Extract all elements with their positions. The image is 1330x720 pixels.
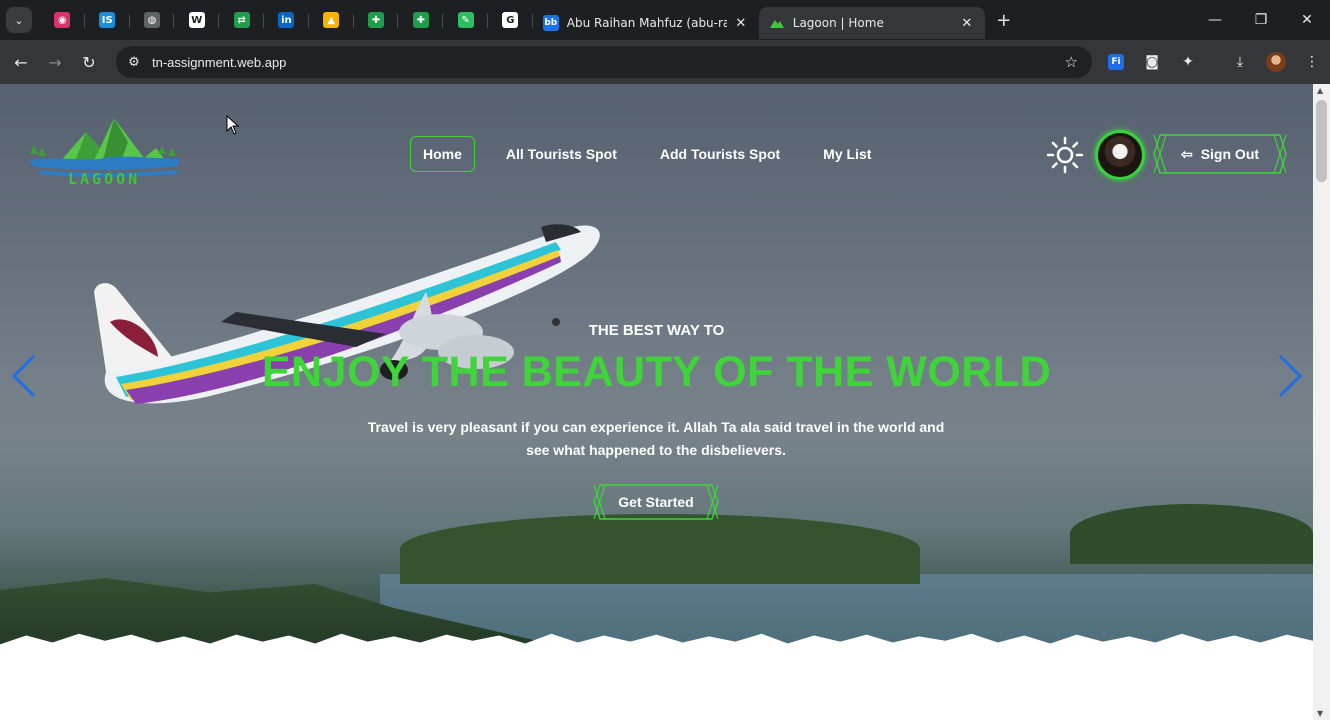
get-started-label: Get Started bbox=[618, 494, 694, 510]
pinned-tabs: ◉ IS ◍ W ⇄ in ▲ ✚ ✚ ✎ G bbox=[40, 5, 533, 35]
camera-extension-icon[interactable]: ◙ bbox=[1134, 54, 1170, 70]
site-info-icon[interactable]: ⚙ bbox=[124, 55, 144, 70]
linkedin-icon: in bbox=[278, 12, 295, 28]
tab-lagoon-home[interactable]: Lagoon | Home ✕ bbox=[758, 7, 985, 39]
sheets-icon: ✚ bbox=[412, 12, 429, 28]
hero-eyebrow: THE BEST WAY TO bbox=[588, 322, 725, 339]
hero-description: Travel is very pleasant if you can exper… bbox=[367, 419, 945, 458]
profile-avatar[interactable] bbox=[1258, 52, 1294, 72]
scroll-up-icon[interactable]: ▲ bbox=[1317, 86, 1323, 95]
w-icon: W bbox=[188, 12, 205, 28]
pinned-tab[interactable]: ✚ bbox=[398, 5, 443, 35]
nav-all-tourists-spot[interactable]: All Tourists Spot bbox=[494, 136, 629, 172]
nav-my-list[interactable]: My List bbox=[811, 136, 883, 172]
fi-extension-icon[interactable]: Fi bbox=[1098, 54, 1134, 70]
main-nav: Home All Tourists Spot Add Tourists Spot… bbox=[410, 136, 902, 172]
pinned-tab[interactable]: G bbox=[488, 5, 533, 35]
nav-home[interactable]: Home bbox=[410, 136, 475, 172]
hero-headline: ENJOY THE BEAUTY OF THE WORLD bbox=[261, 348, 1052, 396]
close-icon[interactable]: ✕ bbox=[733, 16, 749, 31]
forward-icon[interactable]: → bbox=[38, 45, 72, 79]
tab-title: Lagoon | Home bbox=[792, 16, 884, 30]
island-background bbox=[400, 514, 920, 584]
pinned-tab[interactable]: ◉ bbox=[40, 5, 85, 35]
torn-paper-edge bbox=[0, 633, 1313, 720]
sun-theme-toggle-icon[interactable] bbox=[1046, 136, 1084, 174]
get-started-button[interactable]: Get Started bbox=[592, 484, 720, 520]
pinned-tab[interactable]: ◍ bbox=[130, 5, 175, 35]
evernote-icon: ✎ bbox=[457, 12, 474, 28]
linkedin-bb-icon: bb bbox=[542, 15, 559, 31]
puzzle-extensions-icon[interactable]: ✦ bbox=[1170, 54, 1206, 70]
pinned-tab[interactable]: ✎ bbox=[443, 5, 488, 35]
minimize-icon[interactable]: — bbox=[1192, 0, 1238, 40]
pinned-tab[interactable]: ▲ bbox=[309, 5, 354, 35]
island-background bbox=[1070, 504, 1313, 564]
sheets-icon: ✚ bbox=[367, 12, 384, 28]
download-icon[interactable]: ⤓ bbox=[1222, 54, 1258, 70]
user-avatar[interactable] bbox=[1095, 130, 1145, 180]
restore-icon[interactable]: ❐ bbox=[1238, 0, 1284, 40]
back-icon[interactable]: ← bbox=[4, 45, 38, 79]
tab-title: Abu Raihan Mahfuz (abu-raihan bbox=[566, 16, 727, 30]
url-text: tn-assignment.web.app bbox=[152, 54, 287, 70]
pinned-tab[interactable]: in bbox=[264, 5, 309, 35]
kebab-menu-icon[interactable]: ⋮ bbox=[1294, 54, 1330, 70]
lagoon-icon bbox=[769, 15, 785, 31]
scroll-down-icon[interactable]: ▼ bbox=[1317, 709, 1323, 718]
pinned-tab[interactable]: W bbox=[174, 5, 219, 35]
drive-icon: ▲ bbox=[323, 12, 340, 28]
mouse-cursor-icon bbox=[226, 115, 240, 135]
address-bar[interactable]: ⚙ tn-assignment.web.app ☆ bbox=[116, 46, 1092, 78]
sign-out-button[interactable]: ⇦ Sign Out bbox=[1152, 134, 1288, 174]
reload-icon[interactable]: ↻ bbox=[72, 45, 106, 79]
close-icon[interactable]: ✕ bbox=[959, 16, 975, 31]
tab-linkedin-profile[interactable]: bb Abu Raihan Mahfuz (abu-raihan ✕ bbox=[533, 7, 759, 39]
is-icon: IS bbox=[99, 12, 116, 28]
tab-search-dropdown-icon[interactable]: ⌄ bbox=[6, 7, 32, 33]
carousel-prev-icon[interactable] bbox=[8, 352, 38, 400]
pinned-tab[interactable]: IS bbox=[85, 5, 130, 35]
bookmark-star-icon[interactable]: ☆ bbox=[1065, 53, 1078, 71]
page-scrollbar[interactable]: ▲ ▼ bbox=[1313, 84, 1330, 720]
sheets-arrow-icon: ⇄ bbox=[233, 12, 250, 28]
browser-toolbar: ← → ↻ ⚙ tn-assignment.web.app ☆ Fi ◙ ✦ ⤓… bbox=[0, 40, 1330, 84]
profile-pink-icon: ◉ bbox=[54, 12, 71, 28]
pinned-tab[interactable]: ⇄ bbox=[219, 5, 264, 35]
browser-tab-bar: ⌄ ◉ IS ◍ W ⇄ in ▲ ✚ ✚ ✎ G bb Abu Raihan Mahfuz (ab… bbox=[0, 0, 1330, 40]
new-tab-button[interactable]: + bbox=[989, 10, 1019, 31]
carousel-next-icon[interactable] bbox=[1276, 352, 1306, 400]
extensions-area: Fi ◙ ✦ ⤓ ⋮ bbox=[1098, 40, 1330, 84]
web-page: LAGOON Home All Tourists Spot Add Touris… bbox=[0, 84, 1313, 720]
brand-name: LAGOON bbox=[68, 170, 141, 188]
window-controls: — ❐ ✕ bbox=[1192, 0, 1330, 40]
google-icon: G bbox=[502, 12, 519, 28]
scrollbar-thumb[interactable] bbox=[1316, 100, 1327, 182]
pinned-tab[interactable]: ✚ bbox=[354, 5, 399, 35]
sign-out-icon: ⇦ bbox=[1180, 145, 1193, 162]
close-window-icon[interactable]: ✕ bbox=[1284, 0, 1330, 40]
nav-add-tourists-spot[interactable]: Add Tourists Spot bbox=[648, 136, 792, 172]
globe-icon: ◍ bbox=[143, 12, 160, 28]
sign-out-label: Sign Out bbox=[1200, 146, 1260, 162]
